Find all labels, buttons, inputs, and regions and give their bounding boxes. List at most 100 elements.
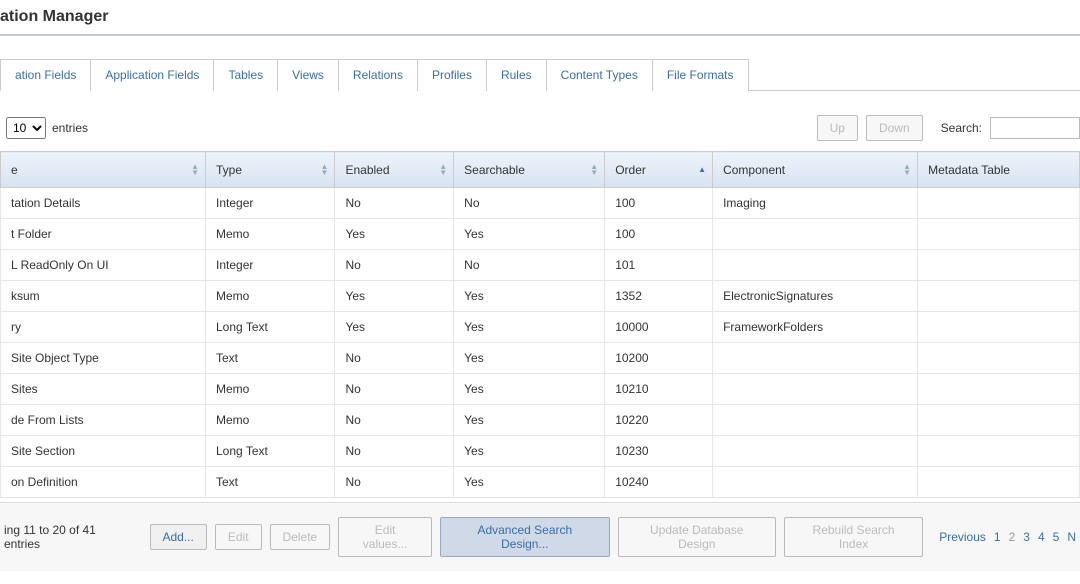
cell-type: Memo	[206, 219, 335, 250]
cell-component	[713, 436, 918, 467]
cell-name: Site Section	[1, 436, 206, 467]
cell-order: 10200	[605, 343, 713, 374]
table-row[interactable]: L ReadOnly On UIIntegerNoNo101	[1, 250, 1080, 281]
delete-button[interactable]: Delete	[270, 524, 331, 550]
column-component[interactable]: Component▲▼	[713, 152, 918, 188]
cell-component: FrameworkFolders	[713, 312, 918, 343]
cell-type: Integer	[206, 188, 335, 219]
edit-button[interactable]: Edit	[215, 524, 262, 550]
sort-icon: ▲▼	[590, 164, 598, 176]
pager-page-4[interactable]: 4	[1038, 530, 1045, 544]
pager-page-3[interactable]: 3	[1023, 530, 1030, 544]
tab-rules[interactable]: Rules	[486, 59, 547, 91]
table-row[interactable]: ksumMemoYesYes1352ElectronicSignatures	[1, 281, 1080, 312]
tab-relations[interactable]: Relations	[338, 59, 418, 91]
cell-order: 101	[605, 250, 713, 281]
cell-component	[713, 250, 918, 281]
pager-next[interactable]: N	[1067, 530, 1076, 544]
cell-order: 1352	[605, 281, 713, 312]
data-table: e▲▼Type▲▼Enabled▲▼Searchable▲▼Order▲Comp…	[0, 151, 1080, 498]
cell-meta	[918, 405, 1080, 436]
edit-values-button[interactable]: Edit values...	[338, 517, 432, 557]
sort-icon: ▲▼	[321, 164, 329, 176]
pager-page-1[interactable]: 1	[994, 530, 1001, 544]
table-row[interactable]: ryLong TextYesYes10000FrameworkFolders	[1, 312, 1080, 343]
rebuild-index-button[interactable]: Rebuild Search Index	[784, 517, 923, 557]
tab-ation-fields[interactable]: ation Fields	[0, 59, 91, 91]
cell-enabled: No	[335, 374, 454, 405]
cell-meta	[918, 467, 1080, 498]
table-row[interactable]: de From ListsMemoNoYes10220	[1, 405, 1080, 436]
cell-enabled: No	[335, 188, 454, 219]
cell-searchable: Yes	[454, 405, 605, 436]
cell-searchable: Yes	[454, 436, 605, 467]
cell-name: de From Lists	[1, 405, 206, 436]
cell-type: Integer	[206, 250, 335, 281]
cell-searchable: No	[454, 188, 605, 219]
cell-name: t Folder	[1, 219, 206, 250]
update-db-button[interactable]: Update Database Design	[618, 517, 776, 557]
toolbar: 10 entries Up Down Search:	[0, 91, 1080, 151]
cell-order: 10220	[605, 405, 713, 436]
advanced-search-button[interactable]: Advanced Search Design...	[440, 517, 610, 557]
cell-component	[713, 343, 918, 374]
tab-tables[interactable]: Tables	[213, 59, 278, 91]
search-input[interactable]	[990, 117, 1080, 139]
cell-type: Long Text	[206, 312, 335, 343]
tab-profiles[interactable]: Profiles	[417, 59, 487, 91]
cell-meta	[918, 343, 1080, 374]
tab-file-formats[interactable]: File Formats	[652, 59, 749, 91]
table-row[interactable]: Site SectionLong TextNoYes10230	[1, 436, 1080, 467]
cell-component	[713, 467, 918, 498]
cell-searchable: Yes	[454, 343, 605, 374]
down-button[interactable]: Down	[866, 115, 923, 141]
tab-content-types[interactable]: Content Types	[546, 59, 653, 91]
table-row[interactable]: on DefinitionTextNoYes10240	[1, 467, 1080, 498]
entries-info: ing 11 to 20 of 41 entries	[4, 523, 134, 551]
pager-page-2[interactable]: 2	[1009, 530, 1016, 544]
cell-meta	[918, 436, 1080, 467]
cell-enabled: Yes	[335, 312, 454, 343]
cell-searchable: No	[454, 250, 605, 281]
cell-order: 10000	[605, 312, 713, 343]
cell-component	[713, 374, 918, 405]
tabs: ation FieldsApplication FieldsTablesView…	[0, 58, 1080, 91]
sort-icon: ▲▼	[439, 164, 447, 176]
cell-component: Imaging	[713, 188, 918, 219]
cell-meta	[918, 312, 1080, 343]
up-button[interactable]: Up	[817, 115, 858, 141]
table-row[interactable]: Site Object TypeTextNoYes10200	[1, 343, 1080, 374]
page-title: ation Manager	[0, 0, 1080, 36]
cell-searchable: Yes	[454, 467, 605, 498]
column-e[interactable]: e▲▼	[1, 152, 206, 188]
cell-searchable: Yes	[454, 281, 605, 312]
cell-component: ElectronicSignatures	[713, 281, 918, 312]
pager-previous[interactable]: Previous	[939, 530, 986, 544]
table-row[interactable]: t FolderMemoYesYes100	[1, 219, 1080, 250]
search-label: Search:	[941, 121, 982, 135]
cell-type: Memo	[206, 374, 335, 405]
column-searchable[interactable]: Searchable▲▼	[454, 152, 605, 188]
cell-name: Site Object Type	[1, 343, 206, 374]
column-enabled[interactable]: Enabled▲▼	[335, 152, 454, 188]
cell-enabled: No	[335, 343, 454, 374]
column-order[interactable]: Order▲	[605, 152, 713, 188]
pager: Previous 12345N	[939, 530, 1076, 544]
cell-enabled: No	[335, 436, 454, 467]
pager-page-5[interactable]: 5	[1053, 530, 1060, 544]
tab-views[interactable]: Views	[277, 59, 339, 91]
table-row[interactable]: SitesMemoNoYes10210	[1, 374, 1080, 405]
cell-type: Text	[206, 467, 335, 498]
tab-application-fields[interactable]: Application Fields	[90, 59, 214, 91]
cell-component	[713, 219, 918, 250]
table-row[interactable]: tation DetailsIntegerNoNo100Imaging	[1, 188, 1080, 219]
footer: ing 11 to 20 of 41 entries Add... Edit D…	[0, 502, 1080, 571]
column-metadata-table[interactable]: Metadata Table	[918, 152, 1080, 188]
cell-order: 10240	[605, 467, 713, 498]
entries-select[interactable]: 10	[6, 117, 46, 139]
cell-order: 10210	[605, 374, 713, 405]
column-type[interactable]: Type▲▼	[206, 152, 335, 188]
cell-name: tation Details	[1, 188, 206, 219]
sort-icon: ▲	[698, 167, 706, 173]
add-button[interactable]: Add...	[150, 524, 207, 550]
